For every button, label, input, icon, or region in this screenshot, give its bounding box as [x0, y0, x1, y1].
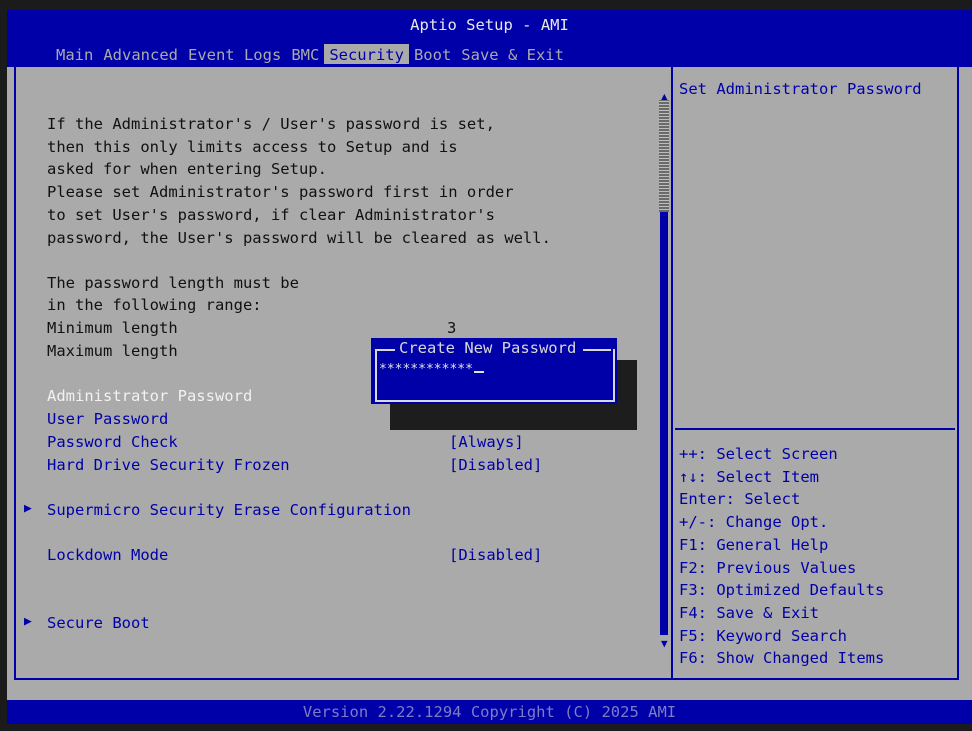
submenu-arrow-icon: ▶	[24, 614, 32, 629]
key-legend-row: F3: Optimized Defaults	[679, 579, 884, 602]
key-label: F5:	[679, 626, 707, 645]
min-length-value: 3	[447, 319, 457, 337]
hdd-security-frozen-item[interactable]: Hard Drive Security Frozen	[47, 454, 290, 477]
scroll-down-icon[interactable]: ▼	[661, 637, 668, 650]
panel-divider	[671, 64, 673, 680]
password-check-value[interactable]: [Always]	[449, 431, 524, 454]
tab-boot[interactable]: Boot	[409, 44, 456, 66]
key-label: F2:	[679, 558, 707, 577]
max-length-label: Maximum length	[47, 342, 178, 360]
description-line: asked for when entering Setup.	[47, 160, 327, 178]
key-label: F4:	[679, 603, 707, 622]
length-info-line: in the following range:	[47, 296, 262, 314]
scrollbar-thumb[interactable]	[659, 100, 669, 212]
key-label: +/-:	[679, 513, 717, 532]
key-legend-row: +/-: Change Opt.	[679, 511, 884, 534]
key-description: Previous Values	[716, 558, 857, 577]
key-description: Keyword Search	[716, 626, 847, 645]
tab-advanced[interactable]: Advanced	[98, 44, 183, 66]
security-erase-config-item[interactable]: Supermicro Security Erase Configuration	[47, 499, 411, 522]
tab-security[interactable]: Security	[324, 44, 409, 66]
key-legend-row: F5: Keyword Search	[679, 625, 884, 648]
user-password-item[interactable]: User Password	[47, 408, 168, 431]
dialog-border	[583, 349, 611, 351]
key-legend-row: ++: Select Screen	[679, 443, 884, 466]
password-input[interactable]: ************	[379, 362, 484, 377]
description-line: Please set Administrator's password firs…	[47, 183, 514, 201]
title-bar: Aptio Setup - AMI Main Advanced Event Lo…	[7, 10, 972, 67]
lockdown-mode-item[interactable]: Lockdown Mode	[47, 544, 168, 567]
dialog-border	[375, 349, 395, 351]
key-legend: ++: Select Screen ↑↓: Select Item Enter:…	[679, 443, 884, 670]
key-label: F3:	[679, 581, 707, 600]
help-divider	[675, 428, 955, 430]
description-line: If the Administrator's / User's password…	[47, 115, 495, 133]
lockdown-mode-value[interactable]: [Disabled]	[449, 544, 542, 567]
password-mask: ************	[379, 362, 473, 377]
key-description: General Help	[716, 535, 829, 554]
administrator-password-item[interactable]: Administrator Password	[47, 385, 252, 408]
key-description: Show Changed Items	[716, 649, 885, 668]
submenu-arrow-icon: ▶	[24, 501, 32, 516]
text-cursor	[473, 371, 484, 373]
footer-bar: Version 2.22.1294 Copyright (C) 2025 AMI	[7, 700, 972, 724]
key-description: Select	[744, 490, 801, 509]
tab-bar: Main Advanced Event Logs BMC Security Bo…	[51, 44, 569, 66]
key-legend-row: F6: Show Changed Items	[679, 647, 884, 670]
key-description: Select Screen	[716, 445, 838, 463]
tab-bmc[interactable]: BMC	[286, 44, 324, 66]
key-legend-row: Enter: Select	[679, 488, 884, 511]
description-line: password, the User's password will be cl…	[47, 229, 551, 247]
key-label: ↑↓:	[679, 467, 707, 486]
tab-main[interactable]: Main	[51, 44, 98, 66]
scrollbar-track	[660, 212, 668, 635]
key-label: ++:	[679, 445, 707, 463]
key-legend-row: F4: Save & Exit	[679, 602, 884, 625]
version-text: Version 2.22.1294 Copyright (C) 2025 AMI	[302, 703, 677, 721]
key-description: Save & Exit	[716, 603, 819, 622]
key-description: Select Item	[716, 467, 819, 486]
secure-boot-item[interactable]: Secure Boot	[47, 612, 150, 635]
key-label: Enter:	[679, 490, 735, 509]
scrollbar[interactable]	[659, 100, 669, 635]
dialog-title: Create New Password	[399, 339, 577, 357]
tab-save-exit[interactable]: Save & Exit	[456, 44, 569, 66]
key-legend-row: ↑↓: Select Item	[679, 466, 884, 489]
password-check-item[interactable]: Password Check	[47, 431, 178, 454]
key-label: F1:	[679, 535, 707, 554]
length-info-line: The password length must be	[47, 274, 299, 292]
help-text: Set Administrator Password	[679, 80, 922, 98]
description-line: then this only limits access to Setup an…	[47, 138, 458, 156]
key-legend-row: F2: Previous Values	[679, 557, 884, 580]
min-length-label: Minimum length	[47, 319, 178, 337]
key-legend-row: F1: General Help	[679, 534, 884, 557]
app-title: Aptio Setup - AMI	[410, 16, 569, 34]
key-description: Optimized Defaults	[716, 581, 885, 600]
hdd-security-frozen-value[interactable]: [Disabled]	[449, 454, 542, 477]
key-description: Change Opt.	[725, 513, 829, 532]
key-label: F6:	[679, 649, 707, 668]
tab-event-logs[interactable]: Event Logs	[183, 44, 286, 66]
description-line: to set User's password, if clear Adminis…	[47, 206, 495, 224]
create-password-dialog: Create New Password ************	[371, 338, 617, 404]
